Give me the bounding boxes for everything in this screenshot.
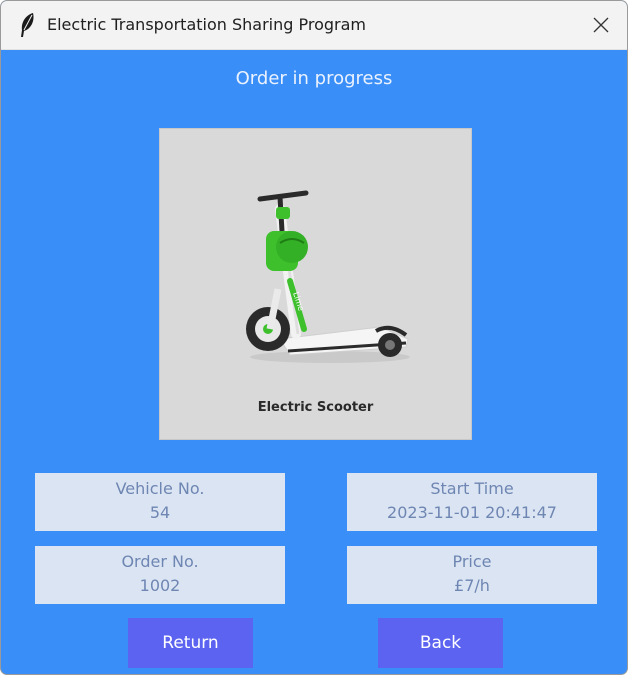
close-icon [593, 17, 609, 33]
vehicle-no-value: 54 [149, 503, 171, 522]
start-time-box: Start Time 2023-11-01 20:41:47 [347, 473, 597, 531]
vehicle-image-panel: Lime Electric Scooter [159, 128, 472, 440]
vehicle-caption: Electric Scooter [257, 400, 374, 415]
price-value: £7/h [454, 576, 490, 595]
order-no-box: Order No. 1002 [35, 546, 285, 604]
feather-icon [21, 13, 34, 37]
app-window: Electric Transportation Sharing Program … [0, 0, 628, 675]
price-label: Price [452, 552, 492, 571]
back-button[interactable]: Back [378, 618, 503, 668]
window-title: Electric Transportation Sharing Program [47, 15, 367, 34]
start-time-value: 2023-11-01 20:41:47 [387, 503, 557, 522]
scooter-illustration: Lime [246, 190, 410, 363]
return-button[interactable]: Return [128, 618, 253, 668]
title-bar: Electric Transportation Sharing Program [1, 1, 627, 50]
vehicle-no-box: Vehicle No. 54 [35, 473, 285, 531]
order-no-label: Order No. [121, 552, 199, 571]
page-title: Order in progress [235, 68, 393, 89]
order-no-value: 1002 [139, 576, 181, 595]
close-button[interactable] [583, 7, 619, 43]
main-content: Order in progress Lime Electric Scooter … [1, 50, 627, 674]
price-box: Price £7/h [347, 546, 597, 604]
start-time-label: Start Time [430, 479, 514, 498]
vehicle-no-label: Vehicle No. [115, 479, 205, 498]
